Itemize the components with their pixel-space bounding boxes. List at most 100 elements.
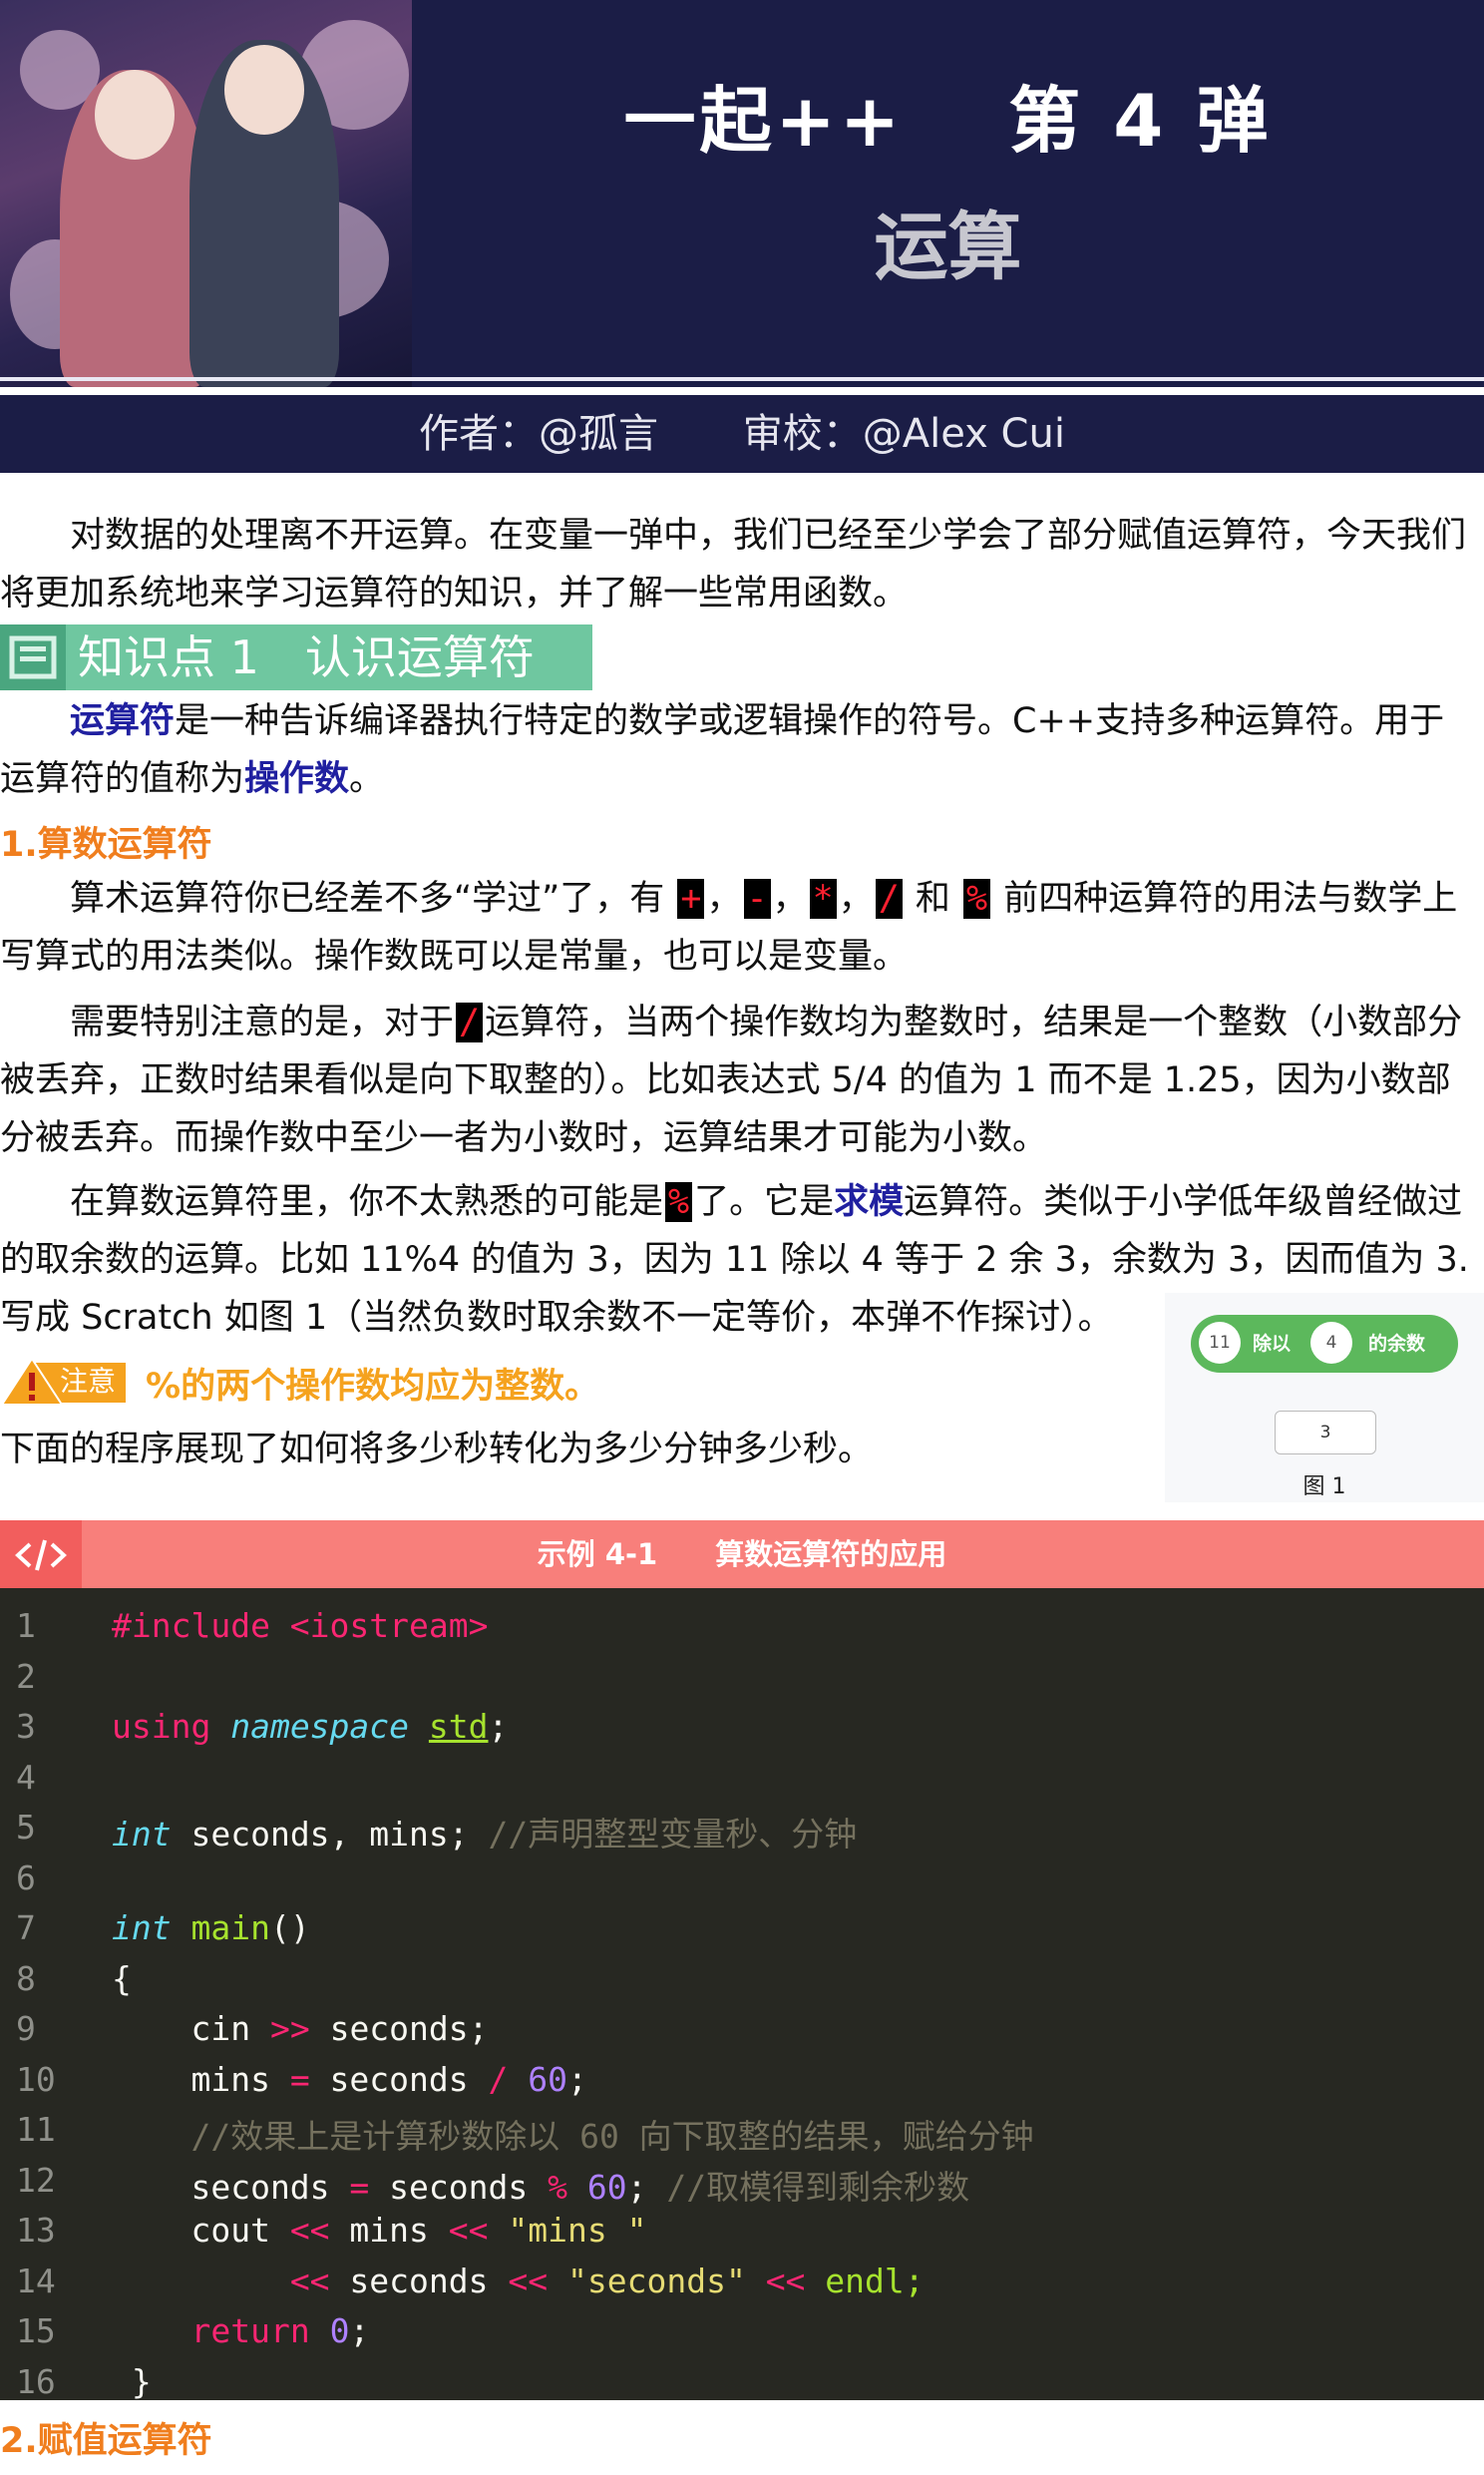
- code-semi: ;: [488, 1707, 509, 1746]
- code-line-8: {: [112, 1959, 132, 1998]
- term-operator: 运算符: [70, 701, 176, 741]
- code-main: main: [190, 1908, 270, 1947]
- code-op: =: [289, 2059, 310, 2099]
- code-text: seconds;: [309, 2009, 489, 2048]
- code-include: #include <iostream>: [112, 1606, 489, 1645]
- section-title: 知识点 1 认识运算符: [78, 630, 535, 684]
- code-comment: //取模得到剩余秒数: [646, 2167, 970, 2207]
- op-divide: /: [875, 879, 903, 919]
- line-number: 2: [16, 1656, 36, 1696]
- figure-caption: 图 1: [1302, 1474, 1346, 1499]
- code-op: /: [488, 2059, 509, 2099]
- line-number: 7: [16, 1908, 36, 1947]
- code-text: seconds: [309, 2059, 489, 2099]
- line-number: 8: [16, 1958, 36, 1998]
- code-text: seconds: [112, 2167, 350, 2207]
- code-semi: ;: [567, 2059, 587, 2099]
- scratch-mod-block: 11 除以 4 的余数: [1191, 1315, 1458, 1373]
- line-number: 14: [16, 2261, 56, 2300]
- code-text: seconds: [369, 2167, 549, 2207]
- code-line-9: cin >> seconds;: [112, 2009, 489, 2048]
- code-op: <<: [448, 2211, 489, 2250]
- reviewer-label: 审校：@Alex Cui: [742, 411, 1065, 457]
- code-op: >>: [269, 2009, 310, 2048]
- definition-text: 是一种告诉编译器执行特定的数学或逻辑操作的符号。C++支持多种运算符。用于运算符…: [0, 701, 1445, 799]
- code-comment: //效果上是计算秒数除以 60 向下取整的结果，赋给分钟: [112, 2117, 1034, 2156]
- page-title: 一起++ 第 4 弹: [623, 79, 1273, 163]
- op-minus: -: [743, 879, 771, 919]
- code-op: <<: [508, 2261, 549, 2300]
- note-tag-label: 注意: [60, 1365, 117, 1398]
- scratch-result: 3: [1275, 1411, 1376, 1454]
- line-number: 4: [16, 1757, 36, 1797]
- line-number: 15: [16, 2311, 56, 2350]
- code-op: =: [349, 2167, 370, 2207]
- line-number: 11: [16, 2110, 56, 2149]
- section-icon: [0, 624, 66, 690]
- code-text: seconds: [329, 2261, 509, 2300]
- code-line-15: return 0;: [112, 2311, 369, 2350]
- code-string: "seconds": [567, 2261, 746, 2300]
- definition-end: 。: [349, 759, 385, 799]
- line-number: 12: [16, 2160, 56, 2200]
- line-number: 10: [16, 2059, 56, 2099]
- code-semi: ;: [349, 2311, 370, 2350]
- code-line-11: //效果上是计算秒数除以 60 向下取整的结果，赋给分钟: [112, 2110, 1034, 2158]
- code-op: <<: [765, 2261, 806, 2300]
- code-parens: (): [269, 1908, 310, 1947]
- op-plus: +: [677, 879, 705, 919]
- op-divide-inline: /: [456, 1003, 484, 1042]
- code-line-7: int main(): [112, 1908, 310, 1947]
- scratch-figure: 11 除以 4 的余数 3 图 1: [1165, 1293, 1484, 1502]
- line-number: 6: [16, 1857, 36, 1897]
- code-int: int: [112, 1908, 172, 1947]
- code-cin: cin: [112, 2009, 270, 2048]
- code-string: "mins ": [508, 2211, 647, 2250]
- code-decl: seconds, mins;: [171, 1815, 489, 1854]
- term-operand: 操作数: [244, 759, 350, 799]
- code-int: int: [112, 1815, 172, 1854]
- example-title: 示例 4-1 算数运算符的应用: [537, 1537, 947, 1571]
- code-number: 60: [528, 2059, 567, 2099]
- code-endl: endl;: [805, 2261, 925, 2300]
- code-line-5: int seconds, mins; //声明整型变量秒、分钟: [112, 1808, 857, 1856]
- line-number: 5: [16, 1808, 36, 1847]
- code-rbrace: }: [112, 2361, 152, 2401]
- author-label: 作者：@孤言: [419, 411, 659, 457]
- code-text: mins: [329, 2211, 449, 2250]
- code-namespace: namespace: [230, 1707, 410, 1746]
- scratch-op-label: 除以: [1253, 1333, 1292, 1355]
- code-op: %: [548, 2167, 567, 2207]
- code-std: std: [428, 1707, 489, 1746]
- scratch-suffix-label: 的余数: [1368, 1333, 1426, 1355]
- code-number: 60: [586, 2167, 627, 2207]
- author-bar: 作者：@孤言 审校：@Alex Cui: [0, 395, 1484, 473]
- code-line-14: << seconds << "seconds" << endl;: [112, 2262, 925, 2300]
- arith-p3-text: 在算数运算符里，你不太熟悉的可能是: [70, 1182, 664, 1222]
- code-block: 1 2 3 4 5 6 7 8 9 10 11 12 13 14 15 16 #include <iostre…: [0, 1588, 1484, 2401]
- code-line-16: }: [112, 2362, 152, 2401]
- arith-p1-text: 算术运算符你已经差不多“学过”了，有: [70, 879, 676, 919]
- line-number: 3: [16, 1707, 36, 1746]
- arith-p1-and: 和: [904, 879, 962, 919]
- code-semi: ;: [626, 2167, 647, 2207]
- line-number: 16: [16, 2361, 56, 2401]
- code-op: <<: [289, 2211, 330, 2250]
- intro-paragraph: 对数据的处理离不开运算。在变量一弹中，我们已经至少学会了部分赋值运算符，今天我们…: [0, 516, 1467, 614]
- line-number: 13: [16, 2211, 56, 2250]
- code-number: 0: [329, 2311, 350, 2350]
- arith-paragraph-2: 需要特别注意的是，对于 / 运算符，当两个操作数均为整数时，结果是一个整数（小数部分…: [0, 994, 1478, 1167]
- code-line-3: using namespace std;: [112, 1707, 508, 1746]
- arith-p3-mid: 了。它是: [694, 1182, 835, 1222]
- arith-heading: 1.算数运算符: [0, 825, 212, 865]
- line-number: 9: [16, 2009, 36, 2048]
- definition-paragraph: 运算符是一种告诉编译器执行特定的数学或逻辑操作的符号。C++支持多种运算符。用于…: [0, 692, 1478, 808]
- code-lbrace: {: [112, 1958, 132, 1998]
- arith-p2-text: 需要特别注意的是，对于: [70, 1003, 455, 1042]
- code-line-1: #include <iostream>: [112, 1606, 489, 1645]
- code-using: using: [112, 1707, 211, 1746]
- header-divider: [0, 377, 1484, 381]
- code-comment: //声明整型变量秒、分钟: [488, 1815, 858, 1854]
